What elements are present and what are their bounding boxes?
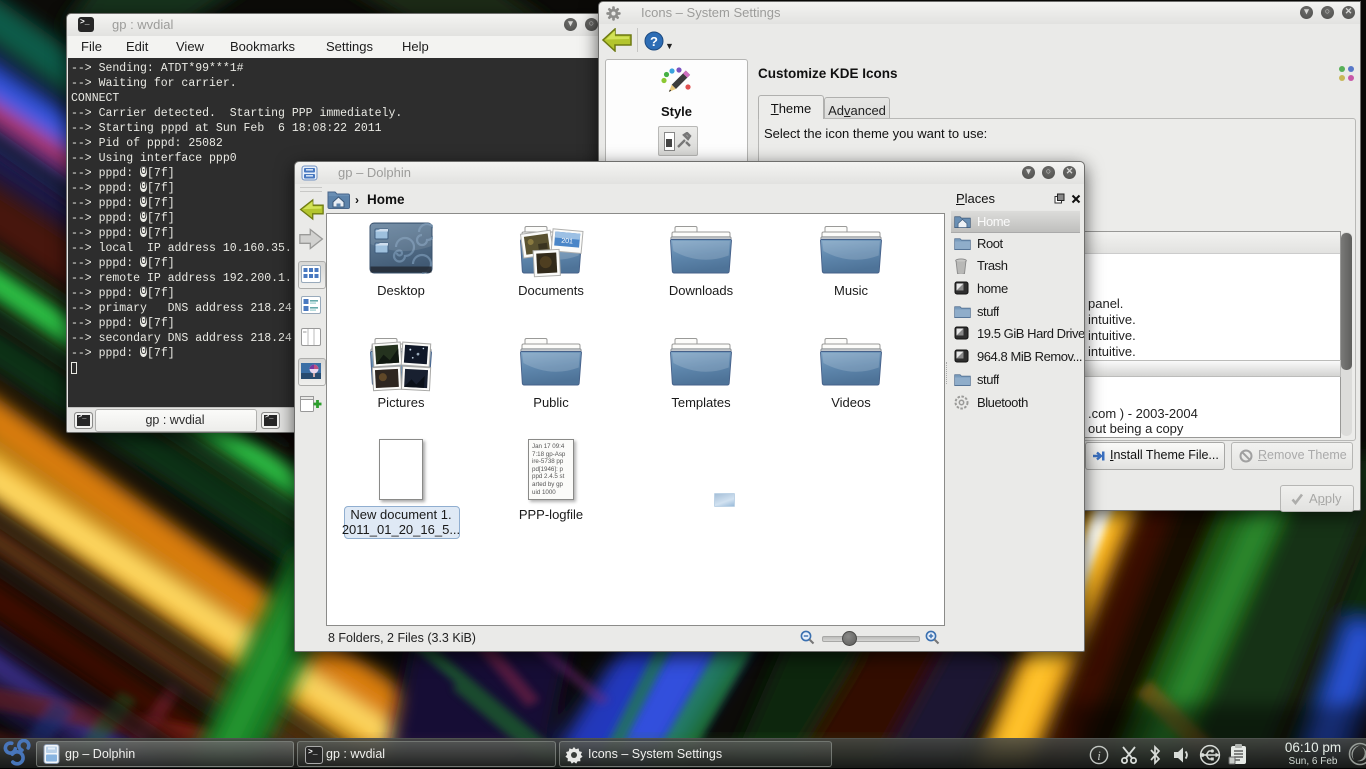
svg-text:201: 201 bbox=[561, 238, 573, 246]
svg-text:i: i bbox=[1097, 748, 1101, 763]
svg-text:?: ? bbox=[650, 34, 658, 49]
